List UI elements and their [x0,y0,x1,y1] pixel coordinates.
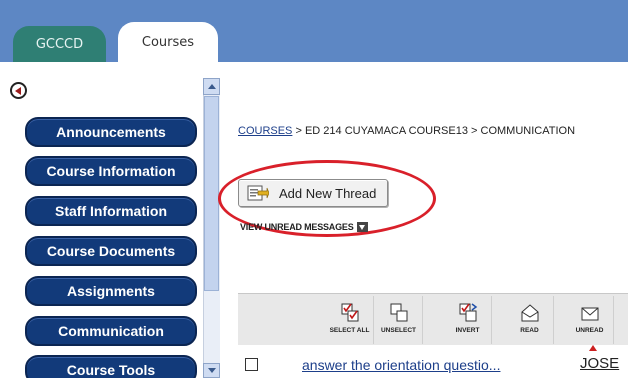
unread-button[interactable]: UNREAD [566,296,614,344]
view-unread-messages-dropdown[interactable]: VIEW UNREAD MESSAGES [240,222,368,232]
breadcrumb-path: > ED 214 CUYAMACA COURSE13 > COMMUNICATI… [292,125,576,137]
invert-icon [459,303,477,322]
unselect-button[interactable]: UNSELECT [375,296,423,344]
read-button[interactable]: READ [506,296,554,344]
sidebar-item-communication[interactable]: Communication [25,316,197,346]
message-toolbar: SELECT ALL UNSELECT INVERT READ UNREAD [238,293,628,345]
sort-marker-icon [589,345,597,351]
tab-gcccd[interactable]: GCCCD [13,26,106,62]
select-all-label: SELECT ALL [329,327,370,334]
collapse-menu-icon[interactable] [10,82,27,99]
unselect-label: UNSELECT [380,327,417,334]
add-thread-icon [247,185,269,201]
add-new-thread-button[interactable]: Add New Thread [238,179,388,207]
sidebar-item-course-tools[interactable]: Course Tools [25,355,197,378]
sidebar-item-announcements[interactable]: Announcements [25,117,197,147]
read-label: READ [520,327,539,334]
open-envelope-icon [521,304,538,322]
sidebar-item-course-information[interactable]: Course Information [25,156,197,186]
add-new-thread-label: Add New Thread [279,185,377,201]
thread-author[interactable]: JOSE [580,355,619,372]
sidebar-scrollbar-thumb[interactable] [204,96,219,291]
unselect-icon [390,303,407,322]
invert-button[interactable]: INVERT [444,296,492,344]
thread-title-link[interactable]: answer the orientation questio... [302,357,500,373]
tab-courses[interactable]: Courses [118,22,218,62]
scroll-up-icon[interactable] [203,78,220,95]
unread-label: UNREAD [575,327,604,334]
breadcrumb: COURSES > ED 214 CUYAMACA COURSE13 > COM… [238,125,628,137]
select-all-button[interactable]: SELECT ALL [326,296,374,344]
view-unread-label: VIEW UNREAD MESSAGES [240,222,354,232]
sidebar-item-assignments[interactable]: Assignments [25,276,197,306]
closed-envelope-icon [581,307,598,321]
dropdown-arrow-icon [356,222,368,232]
thread-select-checkbox[interactable] [245,358,258,371]
select-all-icon [341,303,358,322]
breadcrumb-courses-link[interactable]: COURSES [238,125,292,137]
top-tab-bar: GCCCD Courses [0,0,628,62]
invert-label: INVERT [455,327,480,334]
sidebar-item-course-documents[interactable]: Course Documents [25,236,197,266]
sidebar-item-staff-information[interactable]: Staff Information [25,196,197,226]
scroll-down-icon[interactable] [203,363,220,378]
